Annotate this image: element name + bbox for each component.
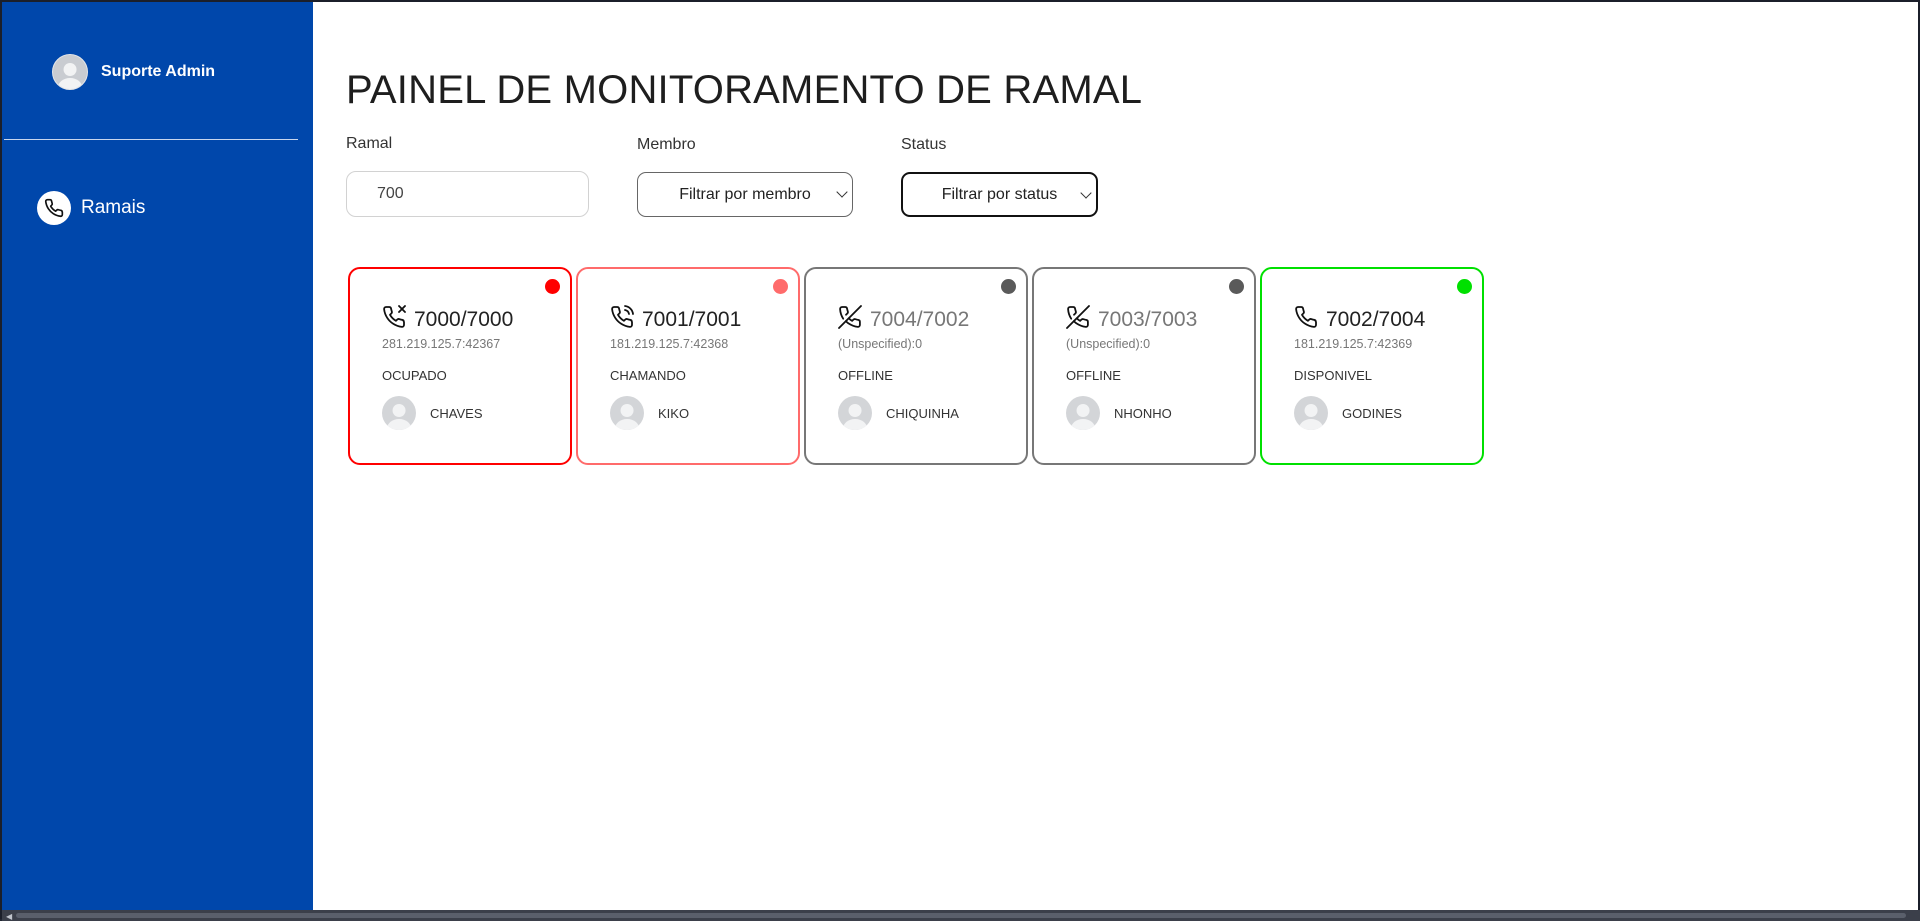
ramal-label: Ramal [346, 135, 393, 152]
membro-select[interactable]: Filtrar por membro [637, 172, 853, 217]
member-name: GODINES [1342, 405, 1402, 421]
membro-label: Membro [637, 136, 696, 153]
status-label: Status [901, 136, 947, 153]
member-avatar [1066, 396, 1100, 430]
extension-status: DISPONIVEL [1294, 368, 1373, 383]
extension-card[interactable]: 7002/7004 181.219.125.7:42369 DISPONIVEL… [1260, 267, 1484, 465]
sidebar-item-ramais[interactable]: Ramais [37, 191, 145, 225]
extension-number: 7000/7000 [414, 307, 514, 331]
extension-card[interactable]: 7001/7001 181.219.125.7:42368 CHAMANDO K… [576, 267, 800, 465]
extension-status: OFFLINE [1066, 368, 1121, 383]
phone-off-icon [1066, 305, 1090, 334]
phone-missed-icon [382, 305, 406, 334]
extension-status: CHAMANDO [610, 368, 686, 383]
status-dot [1457, 279, 1472, 294]
member-avatar [382, 396, 416, 430]
phone-off-icon [838, 305, 862, 334]
chevron-down-icon [1080, 187, 1092, 199]
member-avatar [1294, 396, 1328, 430]
chevron-down-icon [836, 186, 848, 198]
phone-icon [1294, 305, 1318, 334]
member-avatar [610, 396, 644, 430]
extension-number: 7004/7002 [870, 307, 970, 331]
phone-ringing-icon [610, 305, 634, 334]
member-avatar [838, 396, 872, 430]
extension-status: OCUPADO [382, 368, 447, 383]
extension-card[interactable]: 7000/7000 281.219.125.7:42367 OCUPADO CH… [348, 267, 572, 465]
member-name: CHAVES [430, 405, 483, 421]
scroll-left-icon[interactable]: ◀ [6, 912, 12, 921]
extension-number: 7002/7004 [1326, 307, 1426, 331]
user-avatar [52, 54, 88, 90]
extension-card[interactable]: 7003/7003 (Unspecified):0 OFFLINE NHONHO [1032, 267, 1256, 465]
phone-icon [37, 191, 71, 225]
extension-number: 7003/7003 [1098, 307, 1198, 331]
extension-card[interactable]: 7004/7002 (Unspecified):0 OFFLINE CHIQUI… [804, 267, 1028, 465]
status-select-value: Filtrar por status [941, 185, 1058, 203]
status-dot [545, 279, 560, 294]
ramal-input[interactable] [346, 171, 589, 217]
extension-address: 281.219.125.7:42367 [382, 337, 501, 351]
status-dot [1001, 279, 1016, 294]
app-window: Suporte Admin Ramais PAINEL DE MONITORAM… [0, 0, 1920, 921]
user-profile[interactable]: Suporte Admin [52, 54, 215, 90]
sidebar-divider [4, 139, 298, 140]
member-name: NHONHO [1114, 405, 1172, 421]
status-dot [1229, 279, 1244, 294]
extension-address: 181.219.125.7:42369 [1294, 337, 1413, 351]
status-select[interactable]: Filtrar por status [901, 172, 1098, 217]
sidebar: Suporte Admin Ramais [2, 2, 313, 910]
member-name: KIKO [658, 405, 690, 421]
status-dot [773, 279, 788, 294]
member-name: CHIQUINHA [886, 405, 959, 421]
horizontal-scrollbar[interactable]: ◀ [2, 910, 1920, 921]
user-name: Suporte Admin [101, 63, 216, 80]
extension-address: 181.219.125.7:42368 [610, 337, 729, 351]
extension-number: 7001/7001 [642, 307, 742, 331]
extension-address: (Unspecified):0 [838, 337, 923, 351]
extension-status: OFFLINE [838, 368, 893, 383]
main-content: PAINEL DE MONITORAMENTO DE RAMAL Ramal M… [313, 2, 1920, 910]
extension-address: (Unspecified):0 [1066, 337, 1151, 351]
sidebar-item-label: Ramais [81, 197, 146, 218]
page-title: PAINEL DE MONITORAMENTO DE RAMAL [346, 68, 1143, 112]
membro-select-value: Filtrar por membro [679, 185, 811, 203]
scrollbar-thumb[interactable] [16, 913, 1906, 918]
